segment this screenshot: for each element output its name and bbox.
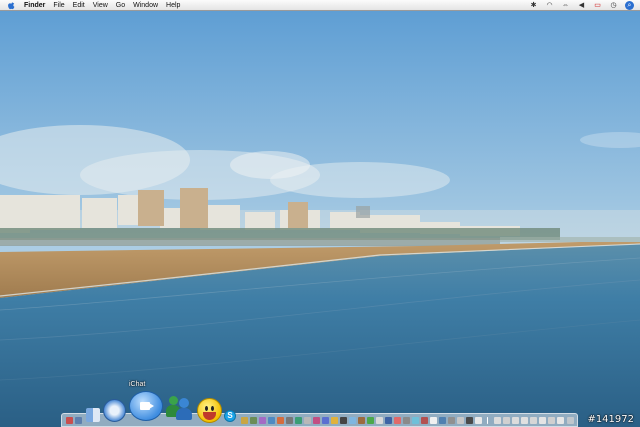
trash-icon[interactable] (567, 417, 574, 424)
dock-app-icon[interactable] (277, 417, 284, 424)
safari-icon[interactable] (103, 399, 126, 422)
dock-app-icon[interactable] (259, 417, 266, 424)
dock-app-icon[interactable] (394, 417, 401, 424)
dock-app-icon[interactable] (286, 417, 293, 424)
dock-app-icon[interactable] (340, 417, 347, 424)
dock-minimized-window[interactable] (539, 417, 546, 424)
dock-app-icon[interactable] (349, 417, 356, 424)
dock-app-icon[interactable] (331, 417, 338, 424)
wifi-icon[interactable]: ◠ (545, 1, 554, 10)
dock-app-icon[interactable] (439, 417, 446, 424)
image-id-watermark: #141972 (587, 414, 634, 425)
dock-app-icon[interactable] (403, 417, 410, 424)
buddy-icon[interactable] (166, 395, 194, 421)
spotlight-icon[interactable]: ⌕ (625, 1, 634, 10)
dock-app-icon[interactable] (421, 417, 428, 424)
dock-app-icon[interactable] (412, 417, 419, 424)
volume-icon[interactable]: ◀ (577, 1, 586, 10)
menu-file[interactable]: File (49, 0, 68, 11)
dock-app-icon[interactable] (466, 417, 473, 424)
dock-app-icon[interactable] (448, 417, 455, 424)
menu-edit[interactable]: Edit (69, 0, 89, 11)
dock-app-icon[interactable] (430, 417, 437, 424)
dock-separator (487, 417, 488, 424)
apple-logo-icon[interactable] (7, 1, 16, 10)
menu-view[interactable]: View (89, 0, 112, 11)
dock-app-icon[interactable] (295, 417, 302, 424)
dock-app-icon[interactable] (241, 417, 248, 424)
ichat-icon[interactable] (129, 391, 163, 421)
dock-app-icon[interactable] (75, 417, 82, 424)
dock-app-icon[interactable] (376, 417, 383, 424)
bluetooth-icon[interactable]: ✱ (529, 1, 538, 10)
dock-app-icon[interactable] (313, 417, 320, 424)
dock-minimized-window[interactable] (503, 417, 510, 424)
menu-help[interactable]: Help (162, 0, 184, 11)
finder-icon[interactable] (86, 408, 100, 422)
dock-app-icon[interactable] (322, 417, 329, 424)
dock-app-icon[interactable] (457, 417, 464, 424)
dock-app-icon[interactable] (358, 417, 365, 424)
menu-window[interactable]: Window (129, 0, 162, 11)
menu-go[interactable]: Go (112, 0, 129, 11)
battery-icon[interactable]: ▭ (593, 1, 602, 10)
dock-minimized-window[interactable] (512, 417, 519, 424)
dock-app-icon[interactable] (304, 417, 311, 424)
dock-tooltip: iChat (129, 381, 146, 388)
dock-minimized-window[interactable] (557, 417, 564, 424)
dock-app-icon[interactable] (66, 417, 73, 424)
skype-icon[interactable]: S (224, 410, 236, 422)
dock-app-icon[interactable] (385, 417, 392, 424)
menu-bar: Finder File Edit View Go Window Help ✱ ◠… (0, 0, 640, 11)
dock-minimized-window[interactable] (521, 417, 528, 424)
smiley-icon[interactable] (197, 398, 222, 423)
dock-minimized-window[interactable] (530, 417, 537, 424)
dock-app-icon[interactable] (250, 417, 257, 424)
sync-icon[interactable]: ⇔ (561, 1, 570, 10)
menu-extras: ✱ ◠ ⇔ ◀ ▭ ◷ ⌕ (529, 1, 634, 10)
dock-minimized-window[interactable] (548, 417, 555, 424)
clock-icon[interactable]: ◷ (609, 1, 618, 10)
dock-minimized-window[interactable] (494, 417, 501, 424)
dock-app-icon[interactable] (268, 417, 275, 424)
desktop-wallpaper (0, 0, 640, 427)
dock-app-icon[interactable] (475, 417, 482, 424)
menu-app-finder[interactable]: Finder (24, 0, 49, 11)
dock-app-icon[interactable] (367, 417, 374, 424)
